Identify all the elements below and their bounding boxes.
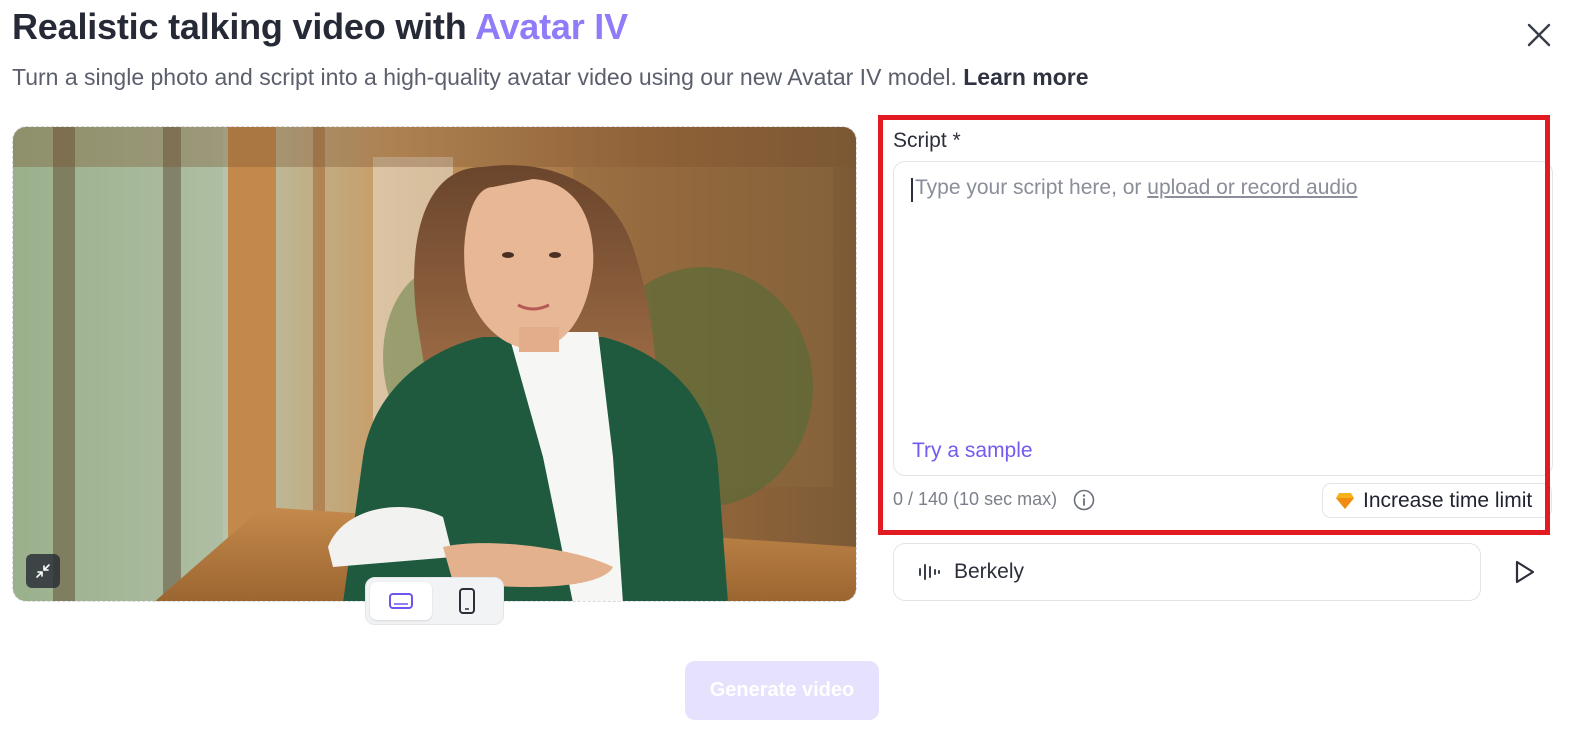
avatar-preview (12, 126, 857, 602)
learn-more-link[interactable]: Learn more (963, 64, 1088, 90)
dialog-title: Realistic talking video with Avatar IV (12, 6, 628, 48)
close-icon[interactable] (1522, 18, 1556, 52)
landscape-ratio-button[interactable] (370, 582, 432, 620)
generate-video-button[interactable]: Generate video (685, 661, 879, 720)
landscape-icon (389, 593, 413, 609)
voice-name: Berkely (954, 560, 1025, 583)
avatar-photo (13, 127, 856, 601)
portrait-ratio-button[interactable] (436, 582, 498, 620)
audio-waveform-icon (919, 564, 940, 580)
play-icon[interactable] (1508, 556, 1540, 588)
aspect-ratio-toggle (365, 577, 504, 625)
collapse-button[interactable] (26, 554, 60, 588)
voice-selector[interactable]: Berkely (893, 543, 1481, 601)
dialog-subtitle: Turn a single photo and script into a hi… (12, 64, 1089, 91)
collapse-arrows-icon (36, 564, 50, 578)
subtitle-text: Turn a single photo and script into a hi… (12, 64, 964, 90)
portrait-phone-icon (459, 588, 475, 614)
title-text: Realistic talking video with (12, 6, 475, 47)
title-accent: Avatar IV (474, 6, 628, 47)
focus-highlight-box (878, 115, 1550, 535)
